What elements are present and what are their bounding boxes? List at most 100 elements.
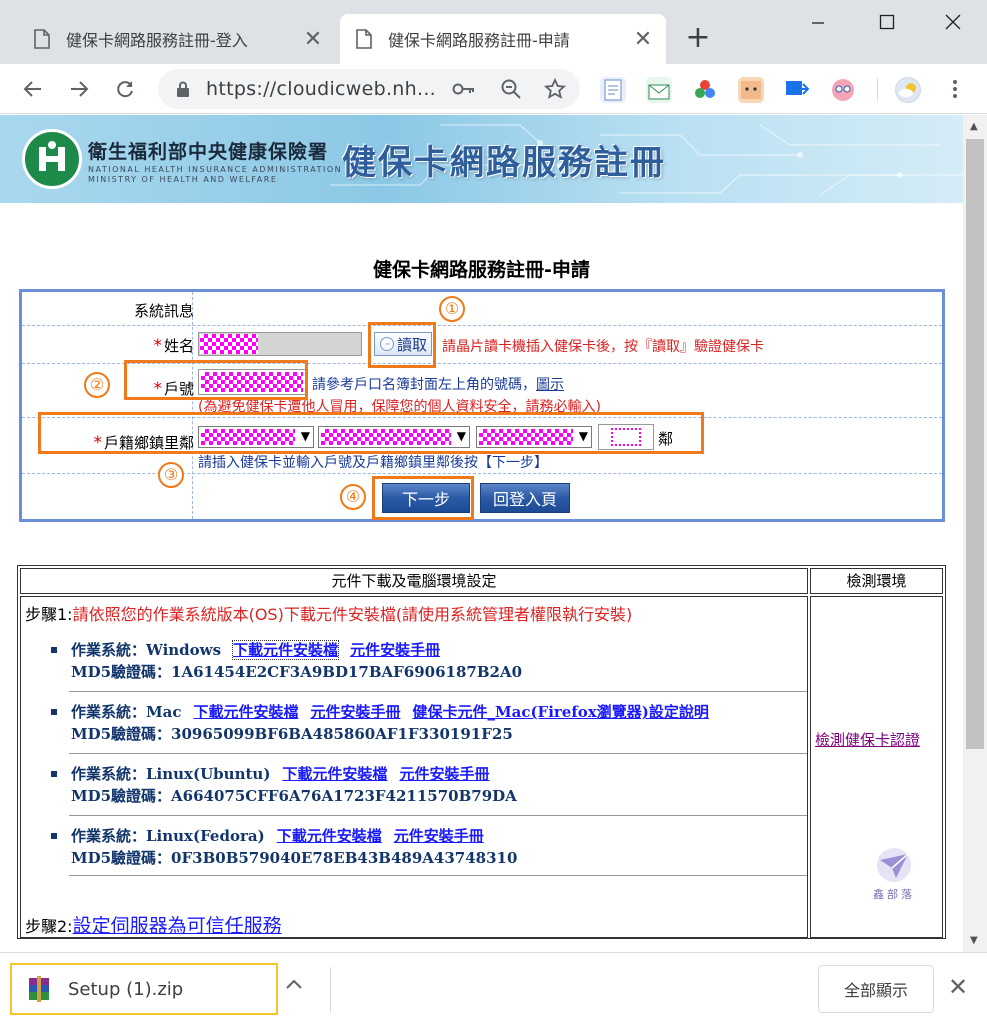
name-label-text: 姓名 — [163, 337, 194, 355]
page-title: 健保卡網路服務註冊-申請 — [373, 259, 590, 281]
step2-prefix: 步驟2: — [25, 917, 73, 936]
download-table: 元件下載及電腦環境設定 檢測環境 步驟1:請依照您的作業系統版本(OS)下載元件… — [17, 565, 946, 939]
divider — [69, 691, 807, 692]
new-tab-button[interactable]: + — [680, 20, 716, 56]
site-banner: 衛生福利部中央健康保險署 NATIONAL HEALTH INSURANCE A… — [0, 115, 963, 203]
agency-english-name: NATIONAL HEALTH INSURANCE ADMINISTRATION… — [88, 165, 342, 185]
annotation-box-household — [124, 360, 308, 400]
close-icon[interactable]: ✕ — [948, 975, 968, 999]
page-content: 衛生福利部中央健康保險署 NATIONAL HEALTH INSURANCE A… — [0, 115, 963, 952]
download-installer-link[interactable]: 下載元件安裝檔 — [282, 765, 387, 783]
tab-login[interactable]: 健保卡網路服務註冊-登入 ✕ — [18, 14, 336, 64]
os-name: 作業系統：Mac — [71, 703, 182, 721]
redacted-name — [200, 334, 258, 354]
annotation-number-3: ③ — [158, 462, 184, 488]
system-message-row: 系統訊息 — [22, 292, 942, 326]
maximize-button[interactable] — [864, 6, 910, 38]
extension-mail-icon[interactable] — [646, 77, 672, 103]
agency-en-line2: MINISTRY OF HEALTH AND WELFARE — [88, 175, 278, 184]
extension-notes-icon[interactable] — [600, 77, 626, 103]
mac-firefox-guide-link[interactable]: 健保卡元件_Mac(Firefox瀏覽器)設定說明 — [413, 703, 709, 721]
zip-archive-icon — [29, 976, 49, 1002]
tab-bar: 健保卡網路服務註冊-登入 ✕ 健保卡網路服務註冊-申請 ✕ + — [0, 0, 987, 64]
bookmark-star-icon[interactable] — [544, 78, 566, 100]
annotation-number-4: ④ — [340, 484, 366, 510]
trusted-server-link[interactable]: 設定伺服器為可信任服務 — [73, 915, 282, 937]
scroll-down-icon[interactable]: ▼ — [970, 935, 978, 946]
back-button[interactable] — [16, 72, 50, 106]
household-hint-text: 請參考戶口名簿封面左上角的號碼， — [312, 377, 536, 393]
install-manual-link[interactable]: 元件安裝手冊 — [394, 827, 484, 845]
lock-icon — [177, 81, 189, 97]
close-icon — [945, 14, 961, 30]
md5-code: MD5驗證碼：30965099BF6BA485860AF1F330191F25 — [71, 725, 513, 743]
forward-button[interactable] — [62, 72, 96, 106]
divider — [69, 875, 807, 876]
step1-prefix: 步驟1: — [25, 605, 73, 624]
download-shelf: Setup (1).zip 全部顯示 ✕ — [0, 952, 987, 1024]
extension-avatar-icon[interactable] — [830, 77, 856, 103]
download-file-name: Setup (1).zip — [68, 978, 184, 1000]
md5-code: MD5驗證碼：0F3B0B579040E78EB43B489A43748310 — [71, 849, 518, 867]
watermark-text: 鑫部落 — [873, 888, 915, 901]
back-to-login-button[interactable]: 回登入頁 — [480, 483, 570, 513]
extension-face-icon[interactable] — [738, 77, 764, 103]
download-installer-link[interactable]: 下載元件安裝檔 — [232, 640, 340, 660]
zoom-icon[interactable] — [500, 78, 522, 100]
maximize-icon — [879, 14, 895, 30]
chevron-up-icon[interactable] — [284, 977, 304, 991]
os-name: 作業系統：Linux(Fedora) — [71, 827, 265, 845]
scroll-up-icon[interactable]: ▲ — [970, 121, 978, 132]
bullet-icon — [51, 771, 57, 777]
household-hint: 請參考戶口名簿封面左上角的號碼，圖示 — [312, 374, 564, 394]
close-icon[interactable]: ✕ — [298, 27, 328, 52]
annotation-box-read — [368, 322, 436, 368]
check-env-header: 檢測環境 — [810, 568, 943, 594]
show-all-button[interactable]: 全部顯示 — [818, 965, 934, 1013]
system-message-label: 系統訊息 — [133, 302, 194, 320]
read-hint: 請晶片讀卡機插入健保卡後，按『讀取』驗證健保卡 — [442, 339, 764, 355]
md5-code: MD5驗證碼：1A61454E2CF3A9BD17BAF6906187B2A0 — [71, 663, 523, 681]
name-field[interactable] — [198, 332, 362, 356]
divider — [69, 753, 807, 754]
extension-color-icon[interactable] — [692, 77, 718, 103]
shelf-separator — [330, 967, 331, 1013]
name-label: * 姓名 — [153, 335, 194, 356]
reload-button[interactable] — [108, 72, 142, 106]
back-arrow-icon — [23, 81, 41, 97]
close-icon[interactable]: ✕ — [628, 27, 658, 52]
menu-button[interactable] — [938, 72, 972, 106]
registration-form: 系統訊息 * 姓名 讀取 請晶片讀卡機插入健保卡後，按『讀取』驗證健保卡 * 戶號 — [19, 289, 945, 522]
agency-en-line1: NATIONAL HEALTH INSURANCE ADMINISTRATION — [88, 165, 343, 174]
os-name: 作業系統：Linux(Ubuntu) — [71, 765, 271, 783]
profile-avatar[interactable] — [895, 77, 921, 103]
download-installer-link[interactable]: 下載元件安裝檔 — [193, 703, 298, 721]
key-icon[interactable] — [452, 78, 476, 100]
divider — [69, 815, 807, 816]
window-close-button[interactable] — [930, 6, 976, 38]
download-item[interactable]: Setup (1).zip — [10, 963, 278, 1015]
page-scrollbar[interactable]: ▲ ▼ — [963, 115, 987, 952]
tab-title: 健保卡網路服務註冊-登入 — [66, 31, 248, 50]
kebab-menu-icon — [953, 80, 957, 98]
bullet-icon — [51, 647, 57, 653]
name-row: * 姓名 讀取 請晶片讀卡機插入健保卡後，按『讀取』驗證健保卡 — [22, 326, 942, 364]
bullet-icon — [51, 709, 57, 715]
address-bar[interactable]: https://cloudicweb.nh... — [158, 69, 580, 109]
step1-text: 請依照您的作業系統版本(OS)下載元件安裝檔(請使用系統管理者權限執行安裝) — [72, 605, 633, 624]
download-installer-link[interactable]: 下載元件安裝檔 — [277, 827, 382, 845]
page-icon — [34, 29, 50, 49]
scroll-thumb[interactable] — [966, 139, 984, 749]
minimize-button[interactable] — [795, 6, 841, 38]
install-manual-link[interactable]: 元件安裝手冊 — [310, 703, 400, 721]
install-manual-link[interactable]: 元件安裝手冊 — [399, 765, 489, 783]
agency-name: 衛生福利部中央健康保險署 — [88, 141, 329, 163]
download-header: 元件下載及電腦環境設定 — [20, 568, 808, 594]
extension-cast-icon[interactable] — [784, 77, 810, 103]
install-manual-link[interactable]: 元件安裝手冊 — [350, 641, 440, 659]
check-card-link[interactable]: 檢測健保卡認證 — [815, 729, 920, 750]
tab-apply[interactable]: 健保卡網路服務註冊-申請 ✕ — [340, 14, 666, 64]
download-instructions: 步驟1:請依照您的作業系統版本(OS)下載元件安裝檔(請使用系統管理者權限執行安… — [20, 596, 808, 938]
forward-arrow-icon — [71, 81, 89, 97]
household-example-link[interactable]: 圖示 — [536, 377, 564, 393]
